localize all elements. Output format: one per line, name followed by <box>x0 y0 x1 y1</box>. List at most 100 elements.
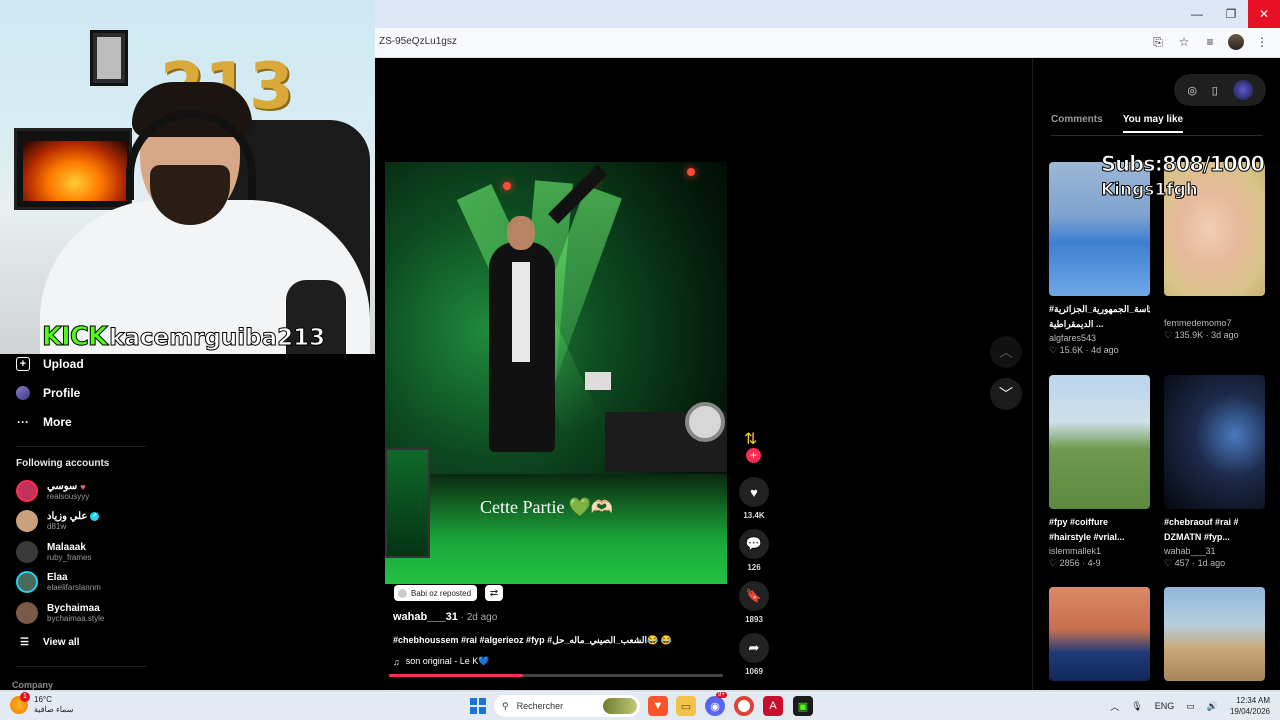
bookmark-icon[interactable]: 🔖 <box>739 581 769 611</box>
card-title: #رئاسة_الجمهورية_الجزائرية الديمقراطية .… <box>1049 304 1150 329</box>
windows-start-icon[interactable] <box>470 698 486 714</box>
account-name: Elaa <box>47 572 68 583</box>
clock-time: 12:34 AM <box>1236 696 1270 705</box>
follow-plus-button[interactable]: + <box>746 448 761 463</box>
card-user: wahab___31 <box>1164 546 1216 556</box>
share-action[interactable]: ➦ 1069 <box>737 633 771 676</box>
video-player[interactable]: Cette Partie 💚🫶🏻 <box>385 162 727 584</box>
card-likes: 457 <box>1174 558 1190 568</box>
video-progress-fill <box>389 674 523 677</box>
right-panel: ◎ ▯ Comments You may like #رئاسة_الجمهور… <box>1032 58 1280 690</box>
recommended-video-card[interactable] <box>1049 587 1150 681</box>
next-video-chevron-down-icon[interactable]: ﹀ <box>990 378 1022 410</box>
wall-poster <box>90 30 128 86</box>
browser-menu-icon[interactable]: ⋮ <box>1254 34 1270 50</box>
singer-head <box>507 216 535 250</box>
install-app-icon[interactable]: ⎘ <box>1150 34 1166 50</box>
card-meta: ♡ 135.9K · 3d ago <box>1164 330 1239 340</box>
weather-desc: سماء صافية <box>34 705 74 714</box>
screen: — ❐ ✕ ZS-95eQzLu1gsz ⎘ ☆ ≡ ⋮ 213 KICK ka… <box>0 0 1280 720</box>
brave-browser-icon[interactable]: ▼ <box>648 696 668 716</box>
volume-icon[interactable]: 🔊 <box>1207 701 1218 712</box>
url-text[interactable]: ZS-95eQzLu1gsz <box>379 36 457 47</box>
subs-overlay-user: Kings1fgh <box>1101 180 1199 201</box>
chrome-icon[interactable] <box>734 696 754 716</box>
nav-more[interactable]: ··· More <box>16 415 72 429</box>
video-caption-text: Cette Partie <box>480 497 565 517</box>
minimize-button[interactable]: — <box>1180 0 1214 28</box>
following-account[interactable]: علي وزياد ✓ d81w <box>16 510 100 532</box>
sound-link[interactable]: ♫ son original - Le K💙 <box>393 656 490 667</box>
streamer-name: kacemrguiba213 <box>109 325 326 352</box>
card-age: 1d ago <box>1197 558 1226 568</box>
account-name-text: سوسي <box>47 481 78 492</box>
close-button[interactable]: ✕ <box>1248 0 1280 28</box>
account-handle: realsousyyy <box>47 492 90 501</box>
tab-you-may-like[interactable]: You may like <box>1122 114 1184 133</box>
video-progress[interactable] <box>389 674 723 677</box>
weather-widget[interactable]: 1 16°C سماء صافية <box>10 692 74 715</box>
file-explorer-icon[interactable]: ▭ <box>676 696 696 716</box>
media-controls-icon[interactable]: ≡ <box>1202 34 1218 50</box>
card-user: femmedemomo7 <box>1164 318 1232 328</box>
browser-profile-avatar[interactable] <box>1228 34 1244 50</box>
like-action[interactable]: ♥ 13.4K <box>737 477 771 520</box>
video-description: #chebhoussem #rai #algerieoz #fyp #الشعب… <box>393 635 672 645</box>
author-name: wahab___31 <box>393 611 458 623</box>
comment-icon[interactable]: 💬 <box>739 529 769 559</box>
clock[interactable]: 12:34 AM 19/04/2026 <box>1230 695 1270 717</box>
following-account[interactable]: Malaaak ruby_frames <box>16 541 91 563</box>
user-avatar[interactable] <box>1232 80 1253 100</box>
recommended-video-card[interactable]: #chebraouf #rai # DZMATN #fyp... wahab__… <box>1164 375 1265 569</box>
repost-action-icon[interactable]: ⇅ <box>744 429 757 449</box>
recommended-video-card[interactable] <box>1164 587 1265 681</box>
comment-count: 126 <box>747 563 761 572</box>
share-count: 1069 <box>745 667 763 676</box>
nav-more-label: More <box>43 415 72 429</box>
chevron-up-icon[interactable]: ︿ <box>1110 700 1119 713</box>
view-all-button[interactable]: ☰ View all <box>20 637 79 648</box>
account-handle: elaelifarslannm <box>47 583 101 592</box>
repost-icon[interactable]: ⇄ <box>485 585 503 601</box>
repost-label: Babi oz reposted <box>411 588 472 598</box>
view-all-label: View all <box>42 637 80 648</box>
save-action[interactable]: 🔖 1893 <box>737 581 771 624</box>
nav-upload[interactable]: + Upload <box>16 357 84 371</box>
previous-video-chevron-up-icon[interactable]: ︿ <box>990 336 1022 368</box>
card-meta: ♡ 2856 · 4-9 <box>1049 558 1101 568</box>
more-icon: ··· <box>17 415 29 429</box>
card-age: 4d ago <box>1091 345 1119 355</box>
divider <box>16 666 146 667</box>
weather-text: 16°C سماء صافية <box>34 695 74 715</box>
language-indicator[interactable]: ENG <box>1155 701 1175 711</box>
heart-icon[interactable]: ♥ <box>739 477 769 507</box>
adobe-acrobat-icon[interactable]: A <box>763 696 783 716</box>
restore-button[interactable]: ❐ <box>1214 0 1248 28</box>
tiktok-sidebar: + Upload Profile ··· More Following acco… <box>0 354 375 690</box>
card-age: 3d ago <box>1211 330 1239 340</box>
microphone-icon[interactable]: 🎙 <box>1131 701 1142 712</box>
following-account[interactable]: سوسي ♥ realsousyyy <box>16 480 89 502</box>
kick-logo: KICK <box>41 322 108 353</box>
network-icon[interactable]: ▭ <box>1186 701 1195 712</box>
compass-icon[interactable]: ◎ <box>1187 84 1197 97</box>
kick-banner: KICK kacemrguiba213 <box>41 322 326 353</box>
video-author[interactable]: wahab___31 · 2d ago <box>393 611 497 623</box>
following-account[interactable]: Elaa elaelifarslannm <box>16 571 101 593</box>
nav-profile[interactable]: Profile <box>16 386 80 400</box>
discord-icon[interactable]: ◉ <box>705 696 725 716</box>
recommended-video-card[interactable]: #fpy #coiffure #hairstyle #vrial... isle… <box>1049 375 1150 569</box>
verified-icon: ✓ <box>90 512 100 521</box>
following-account[interactable]: Bychaimaa bychaimaa.style <box>16 602 104 624</box>
bookmark-star-icon[interactable]: ☆ <box>1176 34 1192 50</box>
kick-app-icon[interactable]: ▣ <box>793 696 813 716</box>
repost-badge[interactable]: Babi oz reposted <box>394 585 478 601</box>
account-name: Malaaak <box>47 542 86 553</box>
share-icon[interactable]: ➦ <box>739 633 769 663</box>
upload-icon: + <box>16 357 30 371</box>
company-link[interactable]: Company <box>12 680 53 690</box>
tab-comments[interactable]: Comments <box>1051 114 1103 133</box>
taskbar-search[interactable]: ⚲ Rechercher <box>494 695 640 717</box>
phone-icon[interactable]: ▯ <box>1212 84 1218 97</box>
comment-action[interactable]: 💬 126 <box>737 529 771 572</box>
